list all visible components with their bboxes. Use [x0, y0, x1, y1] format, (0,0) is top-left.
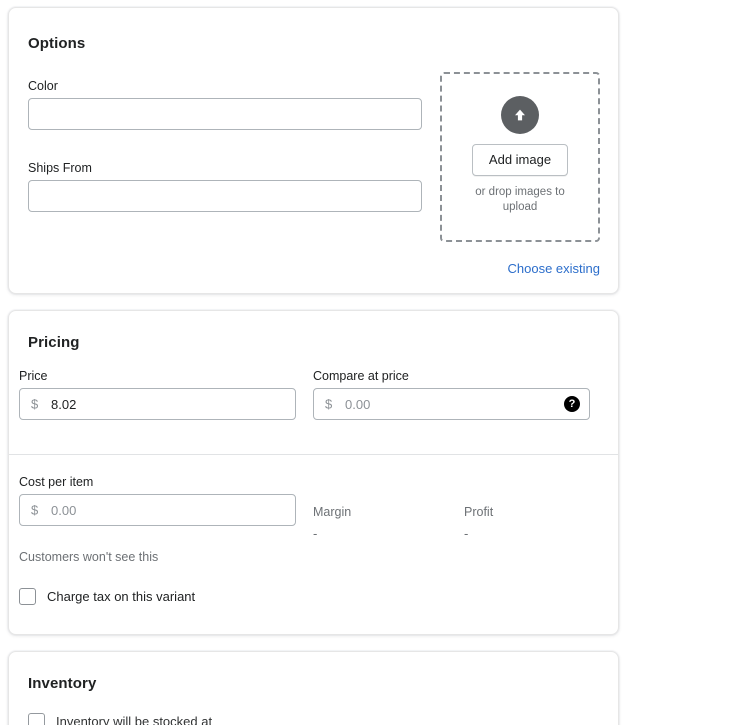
- product-variant-page: Options Color Ships From Add image or dr…: [0, 0, 746, 725]
- price-input[interactable]: [19, 388, 296, 420]
- compare-at-price-input[interactable]: [313, 388, 590, 420]
- ships-from-label: Ships From: [28, 161, 92, 175]
- inventory-clipped-row[interactable]: Inventory will be stocked at: [28, 713, 212, 725]
- choose-existing-link[interactable]: Choose existing: [440, 261, 601, 276]
- color-input[interactable]: [28, 98, 422, 130]
- image-dropzone[interactable]: Add image or drop images to upload: [440, 72, 600, 242]
- cost-per-item-label: Cost per item: [19, 475, 94, 489]
- price-field-group: Price $: [19, 368, 296, 420]
- cost-helper-text: Customers won't see this: [19, 550, 159, 564]
- question-mark-icon[interactable]: ?: [564, 396, 580, 412]
- pricing-divider: [9, 454, 618, 455]
- cost-per-item-field-group: Cost per item $: [19, 474, 296, 526]
- add-image-button[interactable]: Add image: [471, 144, 569, 176]
- pricing-card: Pricing: [8, 310, 619, 635]
- inventory-clipped-label: Inventory will be stocked at: [56, 714, 213, 725]
- margin-label: Margin: [313, 505, 352, 519]
- pricing-section-title: Pricing: [28, 334, 80, 351]
- compare-at-price-field-group: Compare at price $ ?: [313, 368, 590, 420]
- inventory-stocked-checkbox[interactable]: [28, 713, 45, 725]
- charge-tax-checkbox-row[interactable]: Charge tax on this variant: [19, 588, 195, 605]
- price-label: Price: [19, 369, 48, 383]
- options-card: Options Color Ships From Add image or dr…: [8, 7, 619, 294]
- profit-label: Profit: [464, 505, 494, 519]
- color-field-group: Color: [28, 78, 422, 130]
- charge-tax-checkbox[interactable]: [19, 588, 36, 605]
- ships-from-input[interactable]: [28, 180, 422, 212]
- ships-from-field-group: Ships From: [28, 160, 422, 212]
- inventory-section-title: Inventory: [28, 675, 97, 692]
- upload-arrow-icon: [501, 96, 539, 134]
- profit-value: -: [464, 526, 469, 541]
- color-label: Color: [28, 79, 58, 93]
- margin-metric: Margin -: [313, 504, 351, 542]
- charge-tax-label: Charge tax on this variant: [47, 589, 196, 604]
- drop-hint-text: or drop images to upload: [475, 186, 565, 213]
- margin-value: -: [313, 526, 318, 541]
- profit-metric: Profit -: [464, 504, 493, 542]
- options-section-title: Options: [28, 35, 86, 52]
- cost-per-item-input[interactable]: [19, 494, 296, 526]
- compare-at-price-label: Compare at price: [313, 369, 409, 383]
- inventory-card: Inventory Inventory will be stocked at: [8, 651, 619, 725]
